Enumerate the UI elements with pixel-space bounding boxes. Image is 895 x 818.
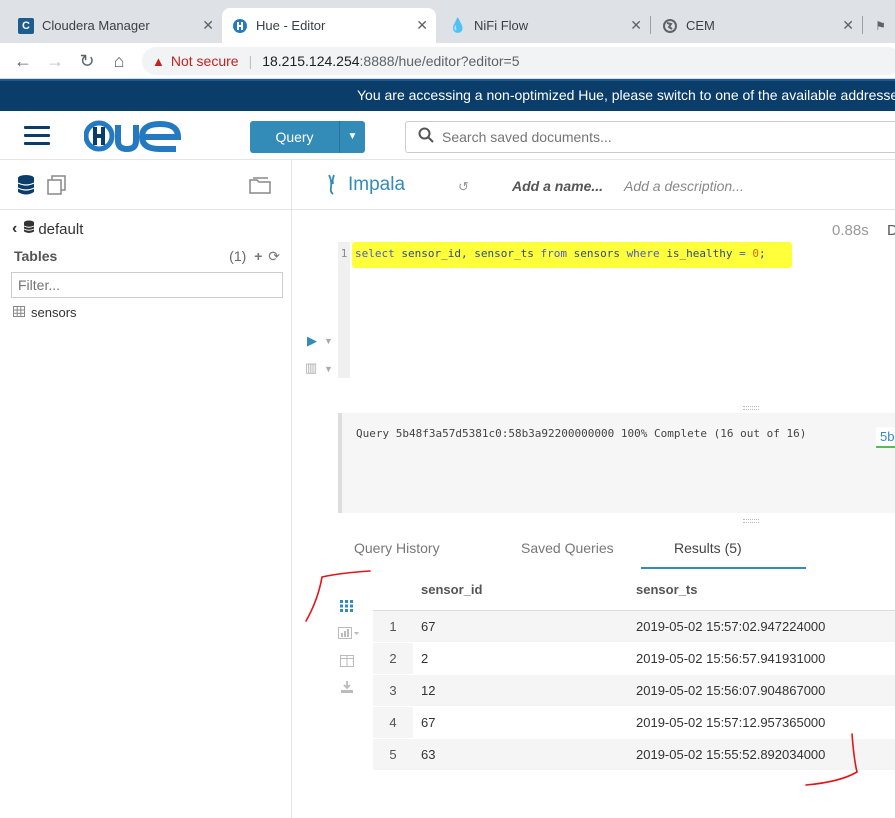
- tab-saved-queries[interactable]: Saved Queries: [521, 540, 614, 556]
- resize-handle[interactable]: [743, 406, 759, 410]
- database-icon[interactable]: [16, 174, 36, 201]
- tab-cloudera-manager[interactable]: C Cloudera Manager ✕: [8, 8, 222, 43]
- tables-label: Tables: [14, 248, 58, 264]
- grid-view-icon[interactable]: [338, 600, 356, 615]
- columns-icon[interactable]: [338, 655, 356, 670]
- security-label: Not secure: [170, 53, 239, 69]
- engine-name[interactable]: Impala: [348, 174, 405, 196]
- home-icon[interactable]: ⌂: [108, 50, 130, 72]
- sql-query-line[interactable]: select sensor_id, sensor_ts from sensors…: [352, 242, 792, 268]
- caret-down-icon[interactable]: ▼: [324, 364, 333, 374]
- tab-title: Hue - Editor: [256, 18, 326, 33]
- results-grid: sensor_id sensor_ts 1 67 2019-05-02 15:5…: [373, 570, 895, 771]
- search-input[interactable]: [442, 129, 842, 145]
- close-icon[interactable]: ✕: [842, 17, 854, 34]
- close-icon[interactable]: ✕: [202, 17, 214, 34]
- execution-time-suffix: D: [887, 222, 895, 239]
- line-number: 1: [340, 247, 348, 260]
- reload-icon[interactable]: ↻: [76, 50, 98, 72]
- hue-logo[interactable]: [83, 119, 184, 162]
- query-button[interactable]: Query ▼: [250, 121, 365, 153]
- add-icon[interactable]: +: [254, 248, 262, 264]
- impala-icon: [326, 173, 338, 200]
- tab-results[interactable]: Results (5): [674, 540, 742, 556]
- resize-handle[interactable]: [743, 519, 759, 523]
- banner-text: You are accessing a non-optimized Hue, p…: [357, 87, 895, 103]
- close-icon[interactable]: ✕: [416, 17, 428, 34]
- editor-header: Impala ↺ Add a name... Add a description…: [292, 160, 895, 210]
- filter-input[interactable]: [11, 272, 283, 298]
- history-icon[interactable]: ↺: [458, 179, 469, 195]
- hue-icon: [232, 18, 248, 34]
- play-icon[interactable]: ▶: [307, 333, 317, 349]
- warning-banner: You are accessing a non-optimized Hue, p…: [0, 79, 895, 111]
- folder-icon[interactable]: [248, 175, 272, 200]
- nifi-icon: 💧: [449, 17, 467, 33]
- download-icon[interactable]: [338, 681, 356, 696]
- query-status-text: Query 5b48f3a57d5381c0:58b3a92200000000 …: [356, 427, 807, 440]
- table-row: 2 2 2019-05-02 15:56:57.941931000: [373, 642, 895, 675]
- column-header-sensor-id[interactable]: sensor_id: [413, 570, 621, 611]
- address-toolbar: ← → ↻ ⌂ ▲ Not secure | 18.215.124.254 :8…: [0, 43, 895, 79]
- tab-partial[interactable]: ⚑: [864, 8, 895, 43]
- chevron-left-icon[interactable]: ‹: [12, 220, 17, 238]
- tab-nifi-flow[interactable]: 💧 NiFi Flow ✕: [440, 8, 650, 43]
- flag-icon: ⚑: [875, 18, 886, 33]
- table-name: sensors: [31, 305, 77, 320]
- tab-hue-editor[interactable]: Hue - Editor ✕: [222, 8, 436, 43]
- left-assist-panel: ‹ default Tables (1) + ⟳ sensors: [0, 160, 292, 818]
- globe-icon: [662, 18, 678, 34]
- query-description-field[interactable]: Add a description...: [624, 178, 744, 194]
- column-header-sensor-ts[interactable]: sensor_ts: [621, 570, 895, 611]
- table-row: 1 67 2019-05-02 15:57:02.947224000: [373, 610, 895, 643]
- forward-arrow-icon[interactable]: →: [44, 50, 66, 72]
- query-button-label: Query: [250, 121, 340, 153]
- table-row: 5 63 2019-05-02 15:55:52.892034000: [373, 738, 895, 771]
- url-host: 18.215.124.254: [262, 53, 360, 69]
- tables-count: (1): [229, 248, 247, 264]
- assist-icon-bar: [0, 160, 292, 210]
- active-tab-indicator: [641, 567, 806, 569]
- caret-down-icon[interactable]: ▼: [324, 336, 333, 346]
- table-row: 3 12 2019-05-02 15:56:07.904867000: [373, 674, 895, 707]
- tab-query-history[interactable]: Query History: [354, 540, 440, 556]
- warning-icon: ▲: [152, 53, 165, 69]
- close-icon[interactable]: ✕: [630, 17, 642, 34]
- documents-icon[interactable]: [46, 175, 68, 200]
- table-item-sensors[interactable]: sensors: [13, 305, 77, 320]
- tab-title: NiFi Flow: [474, 18, 529, 33]
- tab-title: Cloudera Manager: [42, 18, 150, 33]
- back-arrow-icon[interactable]: ←: [12, 50, 34, 72]
- tab-cem[interactable]: CEM ✕: [652, 8, 862, 43]
- tab-title: CEM: [686, 18, 715, 33]
- database-name: default: [38, 220, 84, 238]
- table-row: 4 67 2019-05-02 15:57:12.957365000: [373, 706, 895, 739]
- caret-down-icon[interactable]: ▼: [340, 121, 365, 153]
- query-status-panel: Query 5b48f3a57d5381c0:58b3a92200000000 …: [338, 413, 895, 513]
- search-box[interactable]: [405, 121, 895, 153]
- browser-tab-strip: C Cloudera Manager ✕ Hue - Editor ✕ 💧 Ni…: [0, 0, 895, 43]
- cloudera-icon: C: [18, 17, 34, 34]
- execution-time: 0.88s: [832, 222, 869, 239]
- hamburger-menu-icon[interactable]: [24, 126, 50, 146]
- sql-editor[interactable]: 1 select sensor_id, sensor_ts from senso…: [338, 242, 895, 378]
- tables-header: Tables (1) + ⟳: [14, 248, 280, 264]
- status-badge[interactable]: 5b: [876, 427, 895, 448]
- line-gutter: 1: [338, 242, 350, 378]
- database-breadcrumb[interactable]: ‹ default: [12, 220, 83, 238]
- table-grid-icon: [13, 305, 25, 320]
- chart-icon[interactable]: [338, 627, 359, 642]
- result-tabs: Query History Saved Queries Results (5): [338, 530, 895, 570]
- database-icon: [23, 220, 35, 238]
- map-icon[interactable]: ▥: [305, 360, 317, 376]
- url-path: :8888/hue/editor?editor=5: [359, 53, 520, 69]
- search-icon: [418, 127, 434, 148]
- hue-header: Query ▼: [0, 111, 895, 160]
- address-bar[interactable]: ▲ Not secure | 18.215.124.254 :8888/hue/…: [142, 47, 895, 75]
- query-name-field[interactable]: Add a name...: [512, 178, 603, 194]
- refresh-icon[interactable]: ⟳: [268, 248, 280, 264]
